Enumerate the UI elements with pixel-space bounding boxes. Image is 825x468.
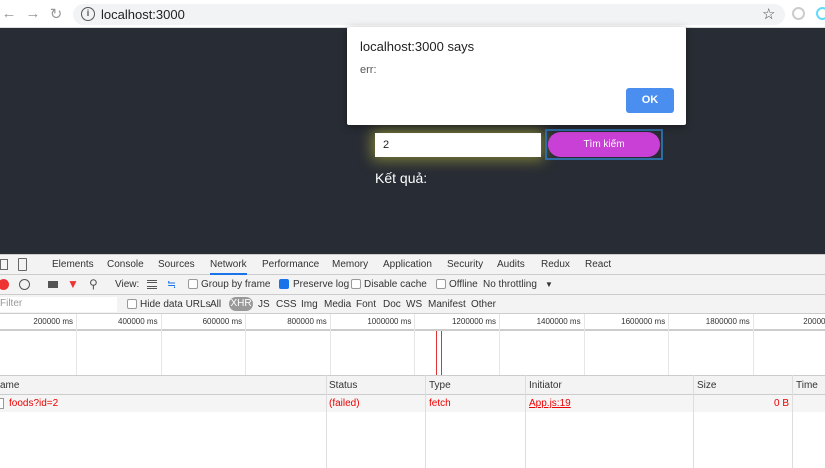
col-time[interactable]: Time — [796, 380, 818, 391]
filter-bar: Filter Hide data URLs All XHR JS CSS Img… — [0, 295, 825, 314]
col-initiator[interactable]: Initiator — [529, 380, 562, 391]
request-type: fetch — [429, 398, 451, 409]
tab-audits[interactable]: Audits — [497, 259, 525, 270]
network-toolbar: ▼ ⚲ View: ≒ Group by frame Preserve log … — [0, 275, 825, 295]
filter-doc[interactable]: Doc — [383, 299, 401, 310]
filter-other[interactable]: Other — [471, 299, 496, 310]
dialog-title: localhost:3000 says — [360, 39, 475, 54]
tab-application[interactable]: Application — [383, 259, 432, 270]
col-status[interactable]: Status — [329, 380, 357, 391]
search-icon[interactable]: ⚲ — [89, 277, 98, 291]
extension-icon[interactable] — [792, 7, 805, 20]
timeline-tick-label: 1200000 ms — [451, 317, 496, 326]
group-by-frame-label: Group by frame — [201, 279, 271, 290]
tab-elements[interactable]: Elements — [52, 259, 94, 270]
column-divider — [693, 375, 694, 468]
tab-security[interactable]: Security — [447, 259, 483, 270]
address-bar[interactable]: i localhost:3000 — [73, 4, 785, 25]
timeline-tick-label: 1800000 ms — [705, 317, 750, 326]
request-status: (failed) — [329, 398, 360, 409]
result-label: Kết quả: — [375, 170, 428, 186]
waterfall-view-icon[interactable]: ≒ — [167, 278, 176, 291]
col-type[interactable]: Type — [429, 380, 451, 391]
column-divider — [425, 375, 426, 468]
preserve-log-label: Preserve log — [293, 279, 350, 290]
file-icon — [0, 398, 4, 409]
tab-network[interactable]: Network — [210, 259, 247, 275]
offline-checkbox[interactable] — [436, 279, 446, 289]
tab-react[interactable]: React — [585, 259, 611, 270]
timeline-tick-label: 1400000 ms — [536, 317, 581, 326]
screenshot-icon[interactable] — [48, 281, 58, 288]
forward-icon[interactable]: → — [24, 5, 42, 22]
tab-sources[interactable]: Sources — [158, 259, 195, 270]
filter-input[interactable]: Filter — [0, 297, 117, 312]
filter-manifest[interactable]: Manifest — [428, 299, 466, 310]
tab-console[interactable]: Console — [107, 259, 144, 270]
device-toggle-icon[interactable] — [18, 258, 27, 271]
filter-js[interactable]: JS — [258, 299, 270, 310]
url-text: localhost:3000 — [101, 7, 185, 22]
timeline-tick-label: 800000 ms — [287, 317, 327, 326]
tab-redux[interactable]: Redux — [541, 259, 570, 270]
column-divider — [525, 375, 526, 468]
disable-cache-label: Disable cache — [364, 279, 427, 290]
hide-data-urls-checkbox[interactable] — [127, 299, 137, 309]
dialog-message: err: — [360, 64, 377, 76]
view-label: View: — [115, 279, 140, 290]
search-input[interactable]: 2 — [375, 133, 541, 157]
alert-dialog: localhost:3000 says err: OK — [347, 27, 686, 125]
info-icon[interactable]: i — [81, 7, 95, 21]
inspect-icon[interactable] — [0, 259, 8, 270]
ok-button[interactable]: OK — [626, 88, 674, 113]
timeline-tick-label: 1600000 ms — [621, 317, 666, 326]
timeline-overview[interactable] — [0, 331, 825, 375]
timeline-tick-label: 600000 ms — [202, 317, 243, 326]
timeline-tick-label: 400000 ms — [118, 317, 158, 326]
filter-css[interactable]: CSS — [276, 299, 297, 310]
group-by-frame-checkbox[interactable] — [188, 279, 198, 289]
column-divider — [792, 375, 793, 468]
chevron-down-icon[interactable]: ▼ — [545, 280, 553, 289]
record-icon[interactable] — [0, 279, 9, 290]
search-button[interactable]: Tìm kiếm — [548, 132, 660, 157]
devtools-tabs: Elements Console Sources Network Perform… — [0, 254, 825, 275]
timeline-tick-label: 1000000 ms — [367, 317, 412, 326]
list-view-icon[interactable] — [147, 280, 157, 289]
request-initiator[interactable]: App.js:19 — [529, 398, 571, 409]
column-divider — [326, 375, 327, 468]
filter-font[interactable]: Font — [356, 299, 376, 310]
filter-img[interactable]: Img — [301, 299, 318, 310]
reload-icon[interactable]: ↻ — [47, 5, 65, 23]
tab-performance[interactable]: Performance — [262, 259, 319, 270]
filter-icon[interactable]: ▼ — [67, 277, 79, 291]
disable-cache-checkbox[interactable] — [351, 279, 361, 289]
back-icon[interactable]: ← — [0, 5, 18, 22]
load-marker — [436, 331, 437, 375]
dom-content-marker — [441, 331, 442, 375]
table-row[interactable]: foods?id=2 (failed) fetch App.js:19 0 B — [0, 395, 825, 412]
hide-data-urls-label: Hide data URLs — [140, 299, 211, 310]
tab-memory[interactable]: Memory — [332, 259, 368, 270]
offline-label: Offline — [449, 279, 478, 290]
timeline-tick-label: 2000000 — [803, 317, 825, 326]
browser-toolbar: ← → ↻ i localhost:3000 ☆ — [0, 0, 825, 28]
table-header: ame Status Type Initiator Size Time — [0, 375, 825, 395]
filter-media[interactable]: Media — [324, 299, 351, 310]
request-name[interactable]: foods?id=2 — [9, 398, 58, 409]
preserve-log-checkbox[interactable] — [279, 279, 289, 289]
filter-all[interactable]: All — [210, 299, 221, 310]
clear-icon[interactable] — [19, 279, 30, 290]
star-icon[interactable]: ☆ — [762, 5, 775, 23]
filter-xhr[interactable]: XHR — [229, 297, 253, 311]
request-size: 0 B — [773, 398, 789, 409]
col-name[interactable]: ame — [0, 380, 19, 391]
col-size[interactable]: Size — [697, 380, 716, 391]
timeline-tick-label: 200000 ms — [33, 317, 73, 326]
react-devtools-icon[interactable] — [816, 7, 825, 20]
filter-ws[interactable]: WS — [406, 299, 422, 310]
throttling-select[interactable]: No throttling — [483, 279, 537, 290]
